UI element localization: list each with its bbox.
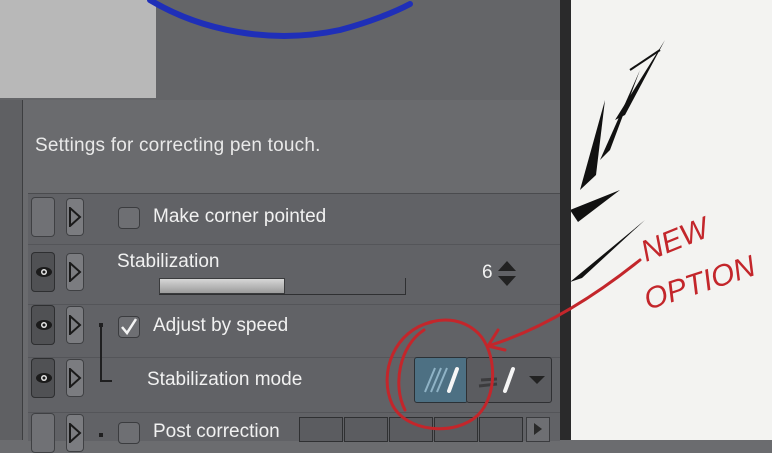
circle-highlight <box>385 318 495 431</box>
arrow-line <box>486 258 642 348</box>
circle-highlight-double <box>397 328 426 412</box>
annotation-overlay: NEW OPTION <box>385 211 760 431</box>
annotation-line1: NEW <box>636 211 716 269</box>
